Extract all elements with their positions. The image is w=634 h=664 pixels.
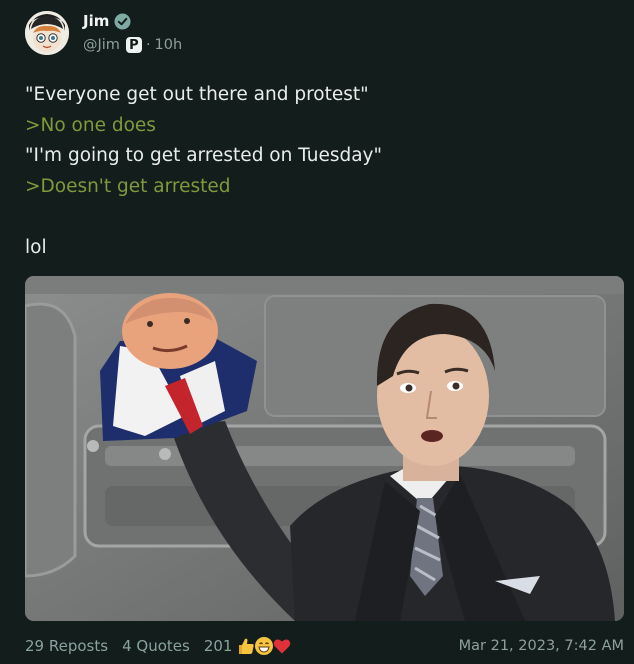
post-media-image[interactable] (25, 276, 624, 621)
post-greentext-line: >No one does (25, 114, 156, 136)
repost-label: Reposts (48, 637, 109, 655)
author-info: Jim @Jim P · 10h (83, 11, 182, 55)
avatar-image (25, 11, 69, 55)
post-line: "Everyone get out there and protest" (25, 84, 369, 105)
post-footer: 29 Reposts 4 Quotes 201 Mar 21, 2023, 7:… (25, 633, 624, 659)
name-row: Jim (83, 11, 182, 31)
repost-count: 29 (25, 637, 45, 655)
thumbs-up-icon (236, 636, 256, 656)
post-timestamp[interactable]: Mar 21, 2023, 7:42 AM (459, 638, 624, 654)
meme-image (25, 276, 624, 621)
author-avatar[interactable] (25, 11, 69, 55)
quote-count: 4 (122, 637, 132, 655)
quote-label: Quotes (136, 637, 190, 655)
separator-dot: · (145, 37, 151, 53)
p-badge-icon: P (125, 37, 142, 53)
reactions-stat[interactable]: 201 (204, 636, 291, 656)
post-text: "Everyone get out there and protest" >No… (25, 80, 615, 263)
time-ago[interactable]: 10h (155, 37, 183, 53)
post-greentext-line: >Doesn't get arrested (25, 175, 231, 197)
verified-check-icon (114, 13, 131, 30)
post-line: "I'm going to get arrested on Tuesday" (25, 145, 383, 166)
reposts-stat[interactable]: 29 Reposts (25, 637, 108, 655)
post-line: lol (25, 236, 47, 258)
grinning-face-icon (254, 636, 274, 656)
author-display-name[interactable]: Jim (83, 12, 109, 30)
handle-row: @Jim P · 10h (83, 35, 182, 55)
quotes-stat[interactable]: 4 Quotes (122, 637, 190, 655)
post-card: Jim @Jim P · 10h "Everyone get out there… (0, 0, 634, 664)
reaction-count: 201 (203, 637, 233, 655)
author-handle[interactable]: @Jim (83, 37, 120, 53)
heart-icon (272, 636, 292, 656)
